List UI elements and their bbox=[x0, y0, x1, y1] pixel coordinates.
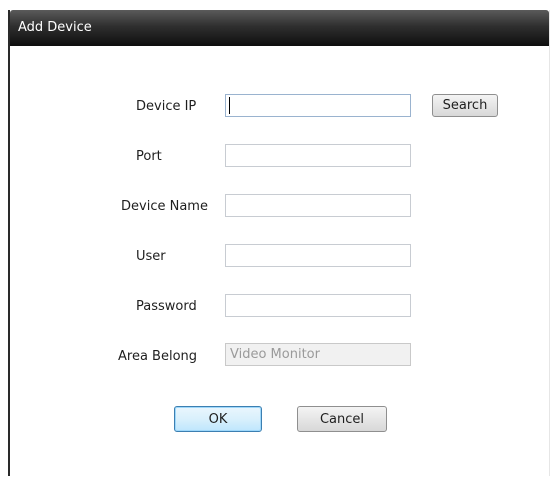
password-input[interactable] bbox=[225, 294, 411, 317]
area-belong-label: Area Belong bbox=[118, 349, 198, 364]
port-input[interactable] bbox=[225, 144, 411, 167]
user-input[interactable] bbox=[225, 244, 411, 267]
text-caret bbox=[229, 97, 230, 114]
device-ip-label: Device IP bbox=[136, 99, 197, 114]
dialog-title: Add Device bbox=[18, 20, 92, 35]
password-label: Password bbox=[136, 299, 197, 314]
device-name-label: Device Name bbox=[121, 199, 208, 214]
cancel-button[interactable]: Cancel bbox=[297, 406, 387, 432]
ok-button[interactable]: OK bbox=[174, 406, 262, 432]
device-name-input[interactable] bbox=[225, 194, 411, 217]
search-button[interactable]: Search bbox=[432, 94, 498, 117]
title-bar[interactable]: Add Device bbox=[10, 10, 549, 46]
port-label: Port bbox=[136, 149, 162, 164]
area-belong-field: Video Monitor bbox=[225, 343, 411, 366]
device-ip-input[interactable] bbox=[225, 94, 411, 117]
add-device-dialog: Add Device bbox=[8, 10, 550, 476]
user-label: User bbox=[136, 249, 166, 264]
